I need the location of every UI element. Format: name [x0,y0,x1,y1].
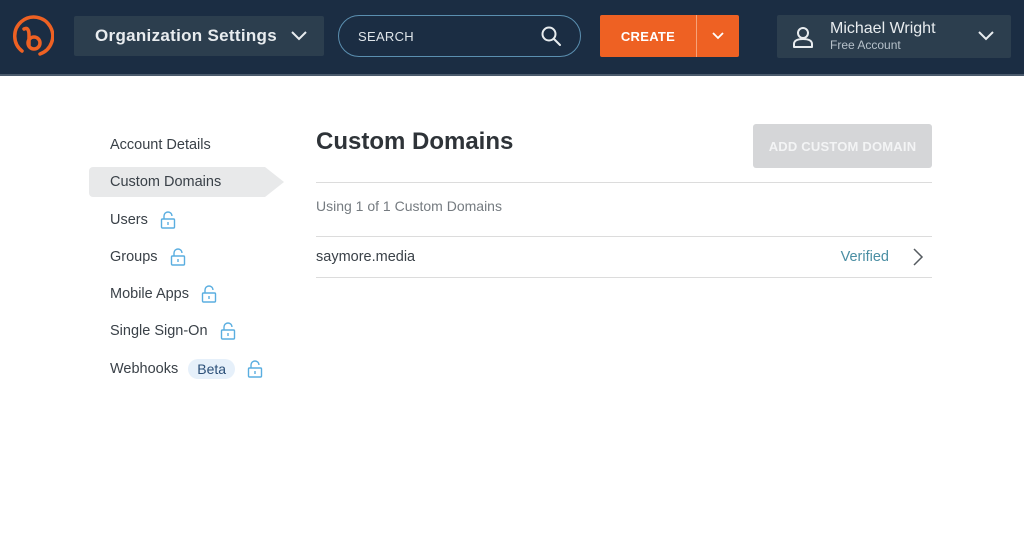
create-dropdown-button[interactable] [697,15,739,57]
beta-badge: Beta [188,358,236,379]
sidebar-item-groups[interactable]: Groups [89,242,289,272]
chevron-down-icon [978,31,994,41]
lock-icon [220,322,235,341]
sidebar-item-label: Account Details [110,137,211,153]
search-input[interactable] [358,28,528,44]
chevron-right-icon [913,248,924,266]
domain-name: saymore.media [316,249,416,265]
sidebar-item-label: Custom Domains [110,174,222,191]
sidebar-item-label: Webhooks [110,360,179,377]
sidebar-item-label: Single Sign-On [110,323,208,340]
user-menu[interactable]: Michael Wright Free Account [777,15,1011,58]
sidebar-item-label: Groups [110,248,158,265]
user-plan: Free Account [830,38,901,52]
sidebar-item-users[interactable]: Users [89,205,289,235]
domain-list-item[interactable]: saymore.media Verified [316,237,932,277]
search-icon[interactable] [540,25,562,47]
settings-sidebar: Account Details Custom Domains Users Gro… [89,130,289,391]
chevron-down-icon [712,32,724,40]
lock-icon [170,248,185,266]
sidebar-item-single-sign-on[interactable]: Single Sign-On [89,316,289,346]
create-button[interactable]: CREATE [600,15,696,57]
sidebar-item-custom-domains[interactable]: Custom Domains [89,167,284,198]
lock-icon [201,285,217,303]
page-title: Custom Domains [316,128,514,155]
add-custom-domain-button[interactable]: ADD CUSTOM DOMAIN [753,124,932,168]
organization-selector-label: Organization Settings [95,26,277,45]
sidebar-item-mobile-apps[interactable]: Mobile Apps [89,279,289,309]
create-button-group: CREATE [600,15,739,57]
user-name: Michael Wright [830,20,936,37]
user-icon [793,27,813,48]
domain-usage-text: Using 1 of 1 Custom Domains [316,198,502,214]
search-box[interactable] [338,15,581,57]
lock-icon [160,210,176,229]
sidebar-item-label: Mobile Apps [110,286,189,303]
lock-icon [247,360,263,378]
divider [316,182,932,183]
sidebar-item-account-details[interactable]: Account Details [89,130,289,160]
bitly-logo-icon[interactable] [10,15,55,59]
sidebar-item-label: Users [110,211,148,228]
divider [316,277,932,278]
sidebar-item-webhooks[interactable]: Webhooks Beta [89,354,289,384]
chevron-down-icon [291,31,307,41]
top-navigation-bar: Organization Settings CREATE Michael Wri… [0,0,1024,76]
domain-status: Verified [840,249,889,265]
organization-selector[interactable]: Organization Settings [74,16,324,56]
